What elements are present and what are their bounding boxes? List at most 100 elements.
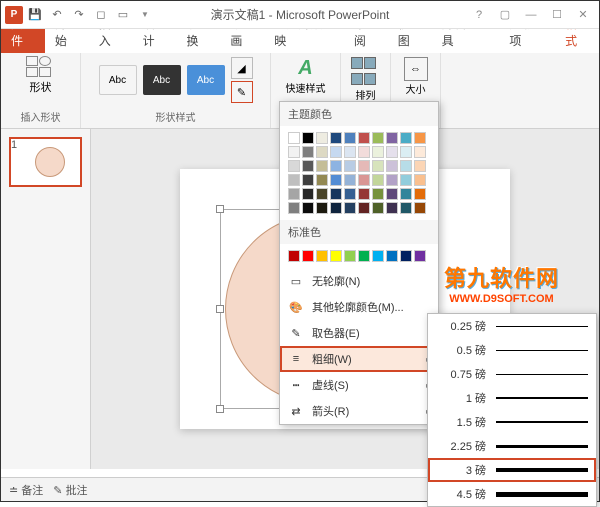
weight-45[interactable]: 4.5 磅 <box>428 482 596 506</box>
color-swatch[interactable] <box>400 202 412 214</box>
shape-fill-button[interactable]: ◢ <box>231 57 253 79</box>
maximize-icon[interactable]: ☐ <box>545 5 569 25</box>
shape-style-2[interactable]: Abc <box>143 65 181 95</box>
color-swatch[interactable] <box>414 250 426 262</box>
color-swatch[interactable] <box>372 160 384 172</box>
weight-3[interactable]: 3 磅 <box>428 458 596 482</box>
color-swatch[interactable] <box>386 174 398 186</box>
color-swatch[interactable] <box>330 202 342 214</box>
color-swatch[interactable] <box>330 146 342 158</box>
color-swatch[interactable] <box>414 132 426 144</box>
color-swatch[interactable] <box>302 202 314 214</box>
color-swatch[interactable] <box>358 146 370 158</box>
color-swatch[interactable] <box>372 174 384 186</box>
color-swatch[interactable] <box>358 250 370 262</box>
no-outline-item[interactable]: ▭无轮廓(N) <box>280 268 438 294</box>
color-swatch[interactable] <box>414 174 426 186</box>
close-icon[interactable]: ✕ <box>571 5 595 25</box>
color-swatch[interactable] <box>344 160 356 172</box>
color-swatch[interactable] <box>302 132 314 144</box>
color-swatch[interactable] <box>288 188 300 200</box>
color-swatch[interactable] <box>414 146 426 158</box>
color-swatch[interactable] <box>302 250 314 262</box>
color-swatch[interactable] <box>386 146 398 158</box>
color-swatch[interactable] <box>386 202 398 214</box>
color-swatch[interactable] <box>288 250 300 262</box>
more-colors-item[interactable]: 🎨其他轮廓颜色(M)... <box>280 294 438 320</box>
color-swatch[interactable] <box>414 188 426 200</box>
color-swatch[interactable] <box>414 202 426 214</box>
color-swatch[interactable] <box>386 132 398 144</box>
color-swatch[interactable] <box>358 202 370 214</box>
weight-225[interactable]: 2.25 磅 <box>428 434 596 458</box>
color-swatch[interactable] <box>302 188 314 200</box>
color-swatch[interactable] <box>400 132 412 144</box>
color-swatch[interactable] <box>316 146 328 158</box>
color-swatch[interactable] <box>358 188 370 200</box>
color-swatch[interactable] <box>330 188 342 200</box>
ribbon-options-icon[interactable]: ▢ <box>493 5 517 25</box>
resize-handle[interactable] <box>216 405 224 413</box>
color-swatch[interactable] <box>400 250 412 262</box>
notes-button[interactable]: ≐ 备注 <box>9 482 43 498</box>
qat-dropdown-icon[interactable]: ▼ <box>135 5 155 25</box>
color-swatch[interactable] <box>400 146 412 158</box>
save-icon[interactable]: 💾 <box>25 5 45 25</box>
color-swatch[interactable] <box>288 174 300 186</box>
quick-styles-label[interactable]: 快速样式 <box>286 80 326 95</box>
color-swatch[interactable] <box>330 132 342 144</box>
qat-btn[interactable]: ◻ <box>91 5 111 25</box>
weight-05[interactable]: 0.5 磅 <box>428 338 596 362</box>
color-swatch[interactable] <box>386 160 398 172</box>
undo-icon[interactable]: ↶ <box>47 5 67 25</box>
help-icon[interactable]: ? <box>467 5 491 25</box>
weight-item[interactable]: ≡粗细(W)▸ <box>280 346 438 372</box>
slide-thumbnail[interactable]: 1 <box>9 137 82 187</box>
resize-handle[interactable] <box>216 205 224 213</box>
color-swatch[interactable] <box>288 132 300 144</box>
color-swatch[interactable] <box>400 188 412 200</box>
color-swatch[interactable] <box>386 250 398 262</box>
size-button[interactable]: ⇔ <box>404 57 428 81</box>
color-swatch[interactable] <box>344 132 356 144</box>
redo-icon[interactable]: ↷ <box>69 5 89 25</box>
color-swatch[interactable] <box>316 160 328 172</box>
color-swatch[interactable] <box>386 188 398 200</box>
color-swatch[interactable] <box>358 174 370 186</box>
color-swatch[interactable] <box>288 160 300 172</box>
color-swatch[interactable] <box>302 146 314 158</box>
shape-outline-button[interactable]: ✎ <box>231 81 253 103</box>
weight-075[interactable]: 0.75 磅 <box>428 362 596 386</box>
color-swatch[interactable] <box>330 174 342 186</box>
color-swatch[interactable] <box>302 160 314 172</box>
color-swatch[interactable] <box>330 250 342 262</box>
shapes-gallery[interactable]: 形状 <box>21 57 61 93</box>
arrange-button[interactable] <box>351 57 381 87</box>
weight-025[interactable]: 0.25 磅 <box>428 314 596 338</box>
comments-button[interactable]: ✎ 批注 <box>53 482 87 498</box>
color-swatch[interactable] <box>358 132 370 144</box>
color-swatch[interactable] <box>372 132 384 144</box>
color-swatch[interactable] <box>344 188 356 200</box>
color-swatch[interactable] <box>344 250 356 262</box>
color-swatch[interactable] <box>302 174 314 186</box>
qat-btn[interactable]: ▭ <box>113 5 133 25</box>
color-swatch[interactable] <box>288 202 300 214</box>
minimize-icon[interactable]: — <box>519 5 543 25</box>
color-swatch[interactable] <box>372 250 384 262</box>
color-swatch[interactable] <box>344 202 356 214</box>
weight-1[interactable]: 1 磅 <box>428 386 596 410</box>
color-swatch[interactable] <box>358 160 370 172</box>
color-swatch[interactable] <box>400 160 412 172</box>
color-swatch[interactable] <box>372 146 384 158</box>
color-swatch[interactable] <box>372 202 384 214</box>
eyedropper-item[interactable]: ✎取色器(E) <box>280 320 438 346</box>
color-swatch[interactable] <box>316 188 328 200</box>
color-swatch[interactable] <box>288 146 300 158</box>
shape-style-3[interactable]: Abc <box>187 65 225 95</box>
color-swatch[interactable] <box>316 250 328 262</box>
color-swatch[interactable] <box>330 160 342 172</box>
arrows-item[interactable]: ⇄箭头(R)▸ <box>280 398 438 424</box>
color-swatch[interactable] <box>316 202 328 214</box>
color-swatch[interactable] <box>344 146 356 158</box>
